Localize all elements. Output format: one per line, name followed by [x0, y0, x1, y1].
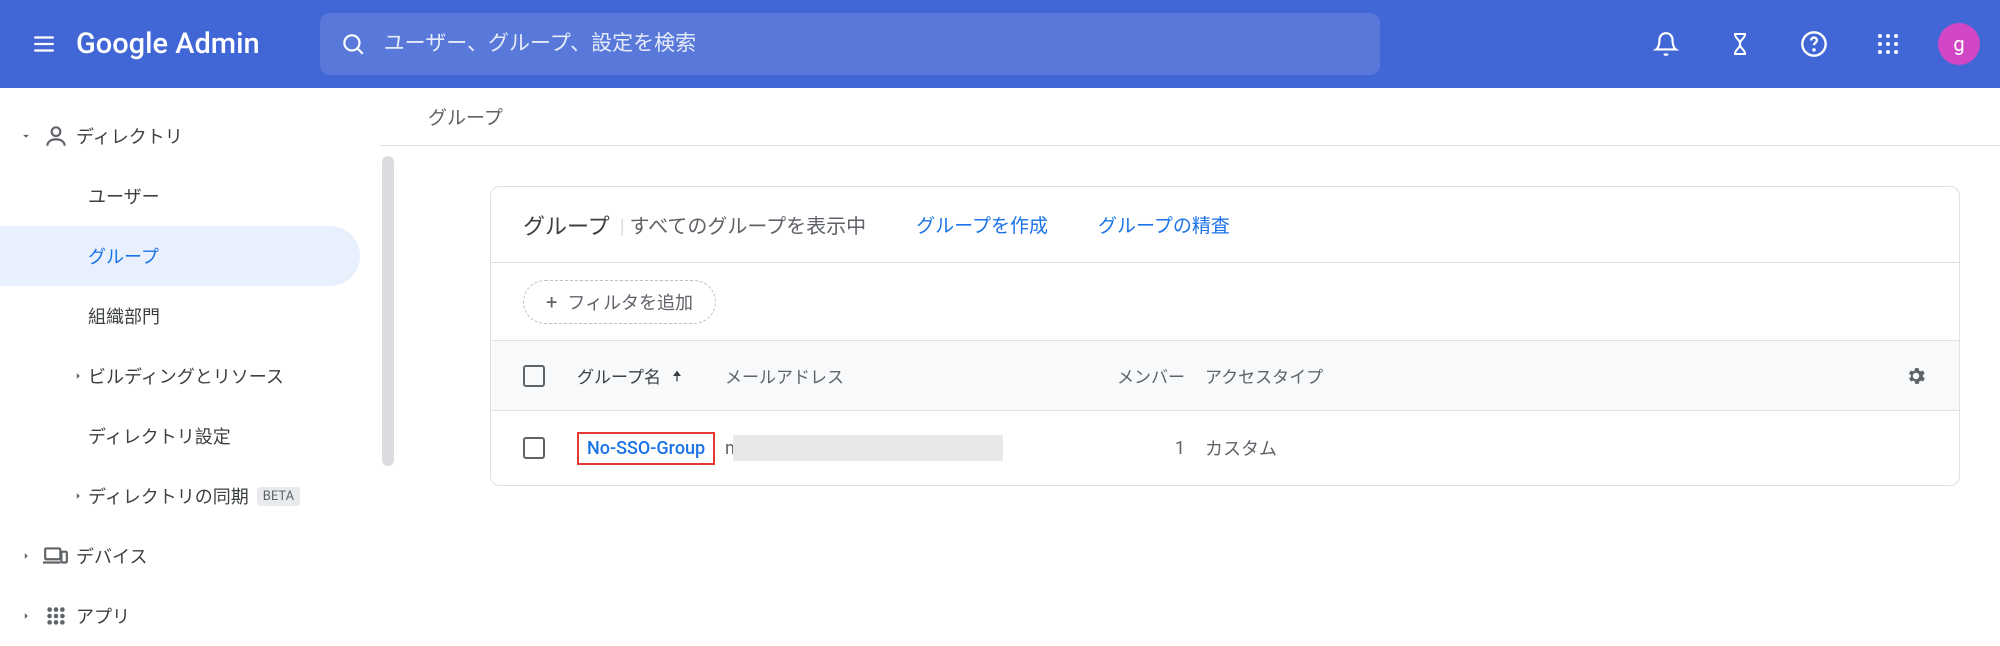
apps-icon	[36, 605, 76, 627]
table-header: グループ名 メールアドレス メンバー アクセスタイプ	[491, 341, 1959, 411]
chevron-right-icon	[19, 609, 33, 623]
add-filter-chip[interactable]: + フィルタを追加	[523, 280, 716, 324]
chevron-down-icon	[19, 129, 33, 143]
sidebar-item-label: グループ	[88, 243, 159, 269]
column-settings-icon[interactable]	[1905, 365, 1927, 387]
add-filter-label: フィルタを追加	[567, 289, 693, 315]
search-box[interactable]	[320, 13, 1380, 75]
row-members: 1	[1095, 438, 1205, 459]
group-name-link[interactable]: No-SSO-Group	[577, 432, 715, 465]
select-all-checkbox[interactable]	[523, 365, 545, 387]
sidebar-item-label: ビルディングとリソース	[88, 363, 284, 389]
create-group-button[interactable]: グループを作成	[916, 211, 1048, 238]
groups-panel: グループ すべてのグループを表示中 グループを作成 グループの精査 + フィルタ…	[490, 186, 1960, 486]
header-actions: g	[1642, 20, 1980, 68]
redacted-text	[733, 435, 1003, 461]
person-icon	[36, 123, 76, 149]
sidebar-item-dir-sync[interactable]: ディレクトリの同期 BETA	[0, 466, 380, 526]
sidebar-item-apps[interactable]: アプリ	[0, 586, 380, 646]
app-logo[interactable]: Google Admin	[76, 27, 260, 61]
plus-icon: +	[546, 290, 557, 314]
sidebar-item-buildings[interactable]: ビルディングとリソース	[0, 346, 380, 406]
sidebar-item-label: ディレクトリ設定	[88, 423, 231, 449]
sidebar: ディレクトリ ユーザー グループ 組織部門 ビルディングとリソース ディレクトリ…	[0, 88, 380, 646]
sidebar-item-org-units[interactable]: 組織部門	[0, 286, 380, 346]
chevron-right-icon	[71, 369, 85, 383]
apps-grid-icon[interactable]	[1864, 20, 1912, 68]
table-row: No-SSO-Group n 1 カスタム	[491, 411, 1959, 485]
sidebar-item-label: 組織部門	[88, 303, 160, 329]
sidebar-item-devices[interactable]: デバイス	[0, 526, 380, 586]
sidebar-item-label: ユーザー	[88, 183, 160, 209]
search-input[interactable]	[384, 32, 1360, 56]
column-access[interactable]: アクセスタイプ	[1205, 363, 1405, 388]
devices-icon	[36, 543, 76, 569]
row-access: カスタム	[1205, 435, 1405, 461]
sidebar-item-label: ディレクトリ	[76, 123, 183, 149]
filter-bar: + フィルタを追加	[491, 263, 1959, 341]
search-icon	[340, 31, 366, 57]
help-icon[interactable]	[1790, 20, 1838, 68]
chevron-right-icon	[19, 549, 33, 563]
chevron-right-icon	[71, 489, 85, 503]
sidebar-item-dir-settings[interactable]: ディレクトリ設定	[0, 406, 380, 466]
beta-badge: BETA	[257, 487, 300, 506]
column-members[interactable]: メンバー	[1095, 363, 1205, 388]
sidebar-item-label: デバイス	[76, 543, 147, 569]
sidebar-item-directory[interactable]: ディレクトリ	[0, 106, 380, 166]
main-content: グループ グループ すべてのグループを表示中 グループを作成 グループの精査 +…	[380, 88, 2000, 646]
panel-title: グループ	[523, 209, 610, 241]
panel-header: グループ すべてのグループを表示中 グループを作成 グループの精査	[491, 187, 1959, 263]
sort-asc-icon	[669, 368, 685, 384]
hourglass-icon[interactable]	[1716, 20, 1764, 68]
panel-subtitle: すべてのグループを表示中	[620, 210, 866, 239]
app-header: Google Admin g	[0, 0, 2000, 88]
sidebar-item-users[interactable]: ユーザー	[0, 166, 380, 226]
sidebar-item-label: アプリ	[76, 603, 130, 629]
breadcrumb: グループ	[380, 88, 2000, 146]
account-avatar[interactable]: g	[1938, 23, 1980, 65]
sidebar-item-label: ディレクトリの同期	[88, 483, 249, 509]
inspect-group-button[interactable]: グループの精査	[1098, 211, 1230, 238]
row-checkbox[interactable]	[523, 437, 545, 459]
notifications-icon[interactable]	[1642, 20, 1690, 68]
breadcrumb-label: グループ	[428, 103, 503, 130]
sidebar-item-groups[interactable]: グループ	[0, 226, 360, 286]
hamburger-menu-icon[interactable]	[20, 20, 68, 68]
column-email[interactable]: メールアドレス	[725, 363, 1095, 388]
row-email: n	[725, 435, 1095, 461]
column-group-name[interactable]: グループ名	[577, 363, 725, 388]
